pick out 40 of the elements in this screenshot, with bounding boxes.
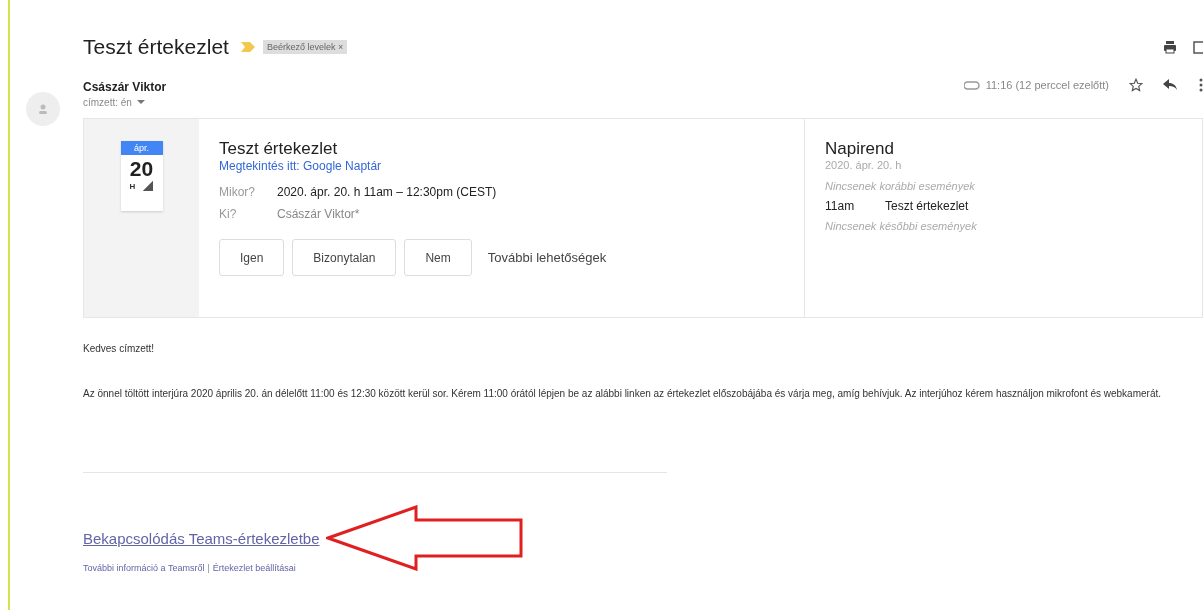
- more-options-icon[interactable]: [1199, 78, 1203, 92]
- timestamp: 11:16 (12 perccel ezelőtt): [985, 79, 1109, 91]
- agenda-note: Nincsenek korábbi események: [825, 180, 976, 192]
- rsvp-button[interactable]: Nem: [404, 239, 472, 276]
- meeting-settings-link[interactable]: Értekezlet beállításai: [212, 563, 296, 573]
- more-options-link[interactable]: További lehetőségek: [487, 250, 607, 265]
- person-icon: [37, 103, 49, 115]
- body-paragraph: Az önnel töltött interjúra 2020 április 20. án délelőtt 11:00 és 12:30 között kerül sor. Kérem 11:00 órától lépjen be az alábbi linken az értekezlet előszobájába és várja meg, amíg behívjuk. Az interjúhoz kérem használjon mikrofont és webkamerát.: [83, 387, 1163, 401]
- star-icon[interactable]: [1129, 78, 1143, 92]
- event-title: Teszt értekezlet: [219, 139, 339, 159]
- greeting: Kedves címzett!: [83, 342, 156, 356]
- rsvp-button[interactable]: Igen: [219, 239, 285, 276]
- detail-value: 2020. ápr. 20. h 11am – 12:30pm (CEST): [277, 185, 497, 199]
- dropdown-caret-icon[interactable]: [136, 100, 145, 105]
- rsvp-button[interactable]: Bizonytalan: [292, 239, 397, 276]
- join-meeting-link[interactable]: Bekapcsolódás Teams-értekezletbe: [83, 529, 320, 547]
- detail-label: Mikor?: [219, 185, 256, 199]
- teams-info-link[interactable]: További információ a Teamsről: [83, 563, 205, 573]
- calendar-month: ápr.: [120, 141, 163, 155]
- email-subject: Teszt értekezlet: [83, 35, 229, 59]
- agenda-note: Nincsenek későbbi események: [825, 220, 978, 232]
- agenda-title: Napirend: [825, 139, 895, 159]
- link-separator: |: [207, 563, 210, 573]
- calendar-link[interactable]: Megtekintés itt: Google Naptár: [219, 159, 784, 173]
- agenda-event-time: 11am: [825, 199, 856, 213]
- reply-icon[interactable]: [1163, 79, 1177, 91]
- print-icon[interactable]: [1163, 40, 1177, 54]
- remove-label-button[interactable]: ×: [337, 42, 344, 52]
- attachment-icon: [963, 80, 980, 90]
- agenda-date: 2020. ápr. 20. h: [825, 159, 903, 171]
- calendar-day: 20: [129, 157, 154, 181]
- calendar-weekday: H: [129, 181, 136, 191]
- page-curl-icon: [143, 181, 154, 191]
- sender-name: Császár Viktor: [83, 80, 167, 94]
- detail-value: Császár Viktor*: [277, 207, 360, 221]
- inbox-label[interactable]: Beérkező levelek ×: [262, 40, 348, 54]
- recipient-text: címzett: én: [83, 97, 132, 108]
- detail-label: Ki?: [219, 207, 238, 221]
- agenda-event-title: Teszt értekezlet: [885, 199, 969, 213]
- importance-marker-icon: [240, 42, 255, 52]
